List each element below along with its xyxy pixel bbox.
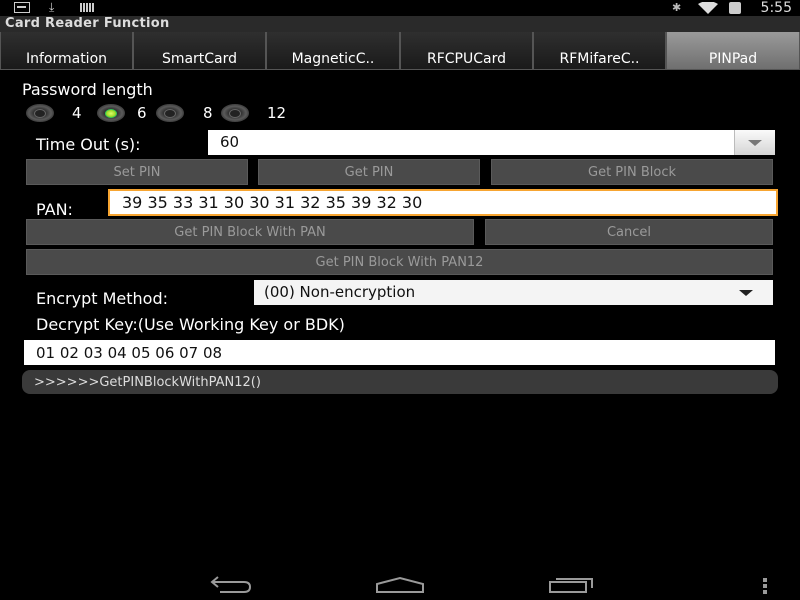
radio-length-6[interactable]: [97, 104, 125, 122]
tab-bar: Information SmartCard MagneticC.. RFCPUC…: [0, 32, 800, 70]
tab-information[interactable]: Information: [0, 32, 133, 70]
menu-icon[interactable]: [762, 578, 768, 594]
recent-apps-icon[interactable]: [548, 576, 596, 594]
tab-magnetic-card[interactable]: MagneticC..: [266, 32, 400, 70]
pan-input[interactable]: 39 35 33 31 30 30 31 32 35 39 32 30: [108, 189, 778, 216]
tab-smartcard[interactable]: SmartCard: [133, 32, 266, 70]
home-icon[interactable]: [375, 576, 425, 594]
tab-rfcpucard[interactable]: RFCPUCard: [400, 32, 533, 70]
radio-length-12-label: 12: [267, 104, 287, 122]
encrypt-method-label: Encrypt Method:: [36, 289, 169, 308]
radio-length-8-label: 8: [203, 104, 213, 122]
get-pin-button[interactable]: Get PIN: [258, 159, 480, 185]
pan-label: PAN:: [36, 200, 73, 219]
radio-length-12[interactable]: [221, 104, 249, 122]
back-icon[interactable]: [204, 574, 252, 594]
clock: 5:55: [760, 0, 792, 16]
timeout-dropdown-button[interactable]: [734, 130, 775, 155]
encrypt-method-value: (00) Non-encryption: [264, 283, 416, 301]
radio-length-6-label: 6: [137, 104, 147, 122]
get-pin-block-with-pan-button[interactable]: Get PIN Block With PAN: [26, 219, 474, 245]
cancel-button[interactable]: Cancel: [485, 219, 773, 245]
barcode-icon: [80, 3, 94, 12]
wifi-icon: [698, 2, 718, 14]
timeout-label: Time Out (s):: [36, 135, 141, 154]
app-titlebar: Card Reader Function: [0, 16, 800, 32]
get-pin-block-button[interactable]: Get PIN Block: [491, 159, 773, 185]
timeout-value: 60: [220, 133, 240, 151]
decrypt-key-label: Decrypt Key:(Use Working Key or BDK): [36, 315, 345, 334]
tab-rfmifare-card[interactable]: RFMifareC..: [533, 32, 666, 70]
radio-length-8[interactable]: [156, 104, 184, 122]
chevron-down-icon: [739, 290, 753, 296]
get-pin-block-with-pan12-button[interactable]: Get PIN Block With PAN12: [26, 249, 773, 275]
timeout-spinner[interactable]: 60: [208, 130, 734, 155]
set-pin-button[interactable]: Set PIN: [26, 159, 248, 185]
bluetooth-icon: ✱: [672, 1, 682, 14]
encrypt-method-select[interactable]: (00) Non-encryption: [254, 280, 773, 305]
chevron-down-icon: [748, 139, 762, 146]
battery-icon: [729, 2, 741, 14]
radio-length-4-label: 4: [72, 104, 82, 122]
tab-pinpad[interactable]: PINPad: [666, 32, 800, 70]
decrypt-key-input[interactable]: 01 02 03 04 05 06 07 08: [24, 340, 775, 365]
password-length-label: Password length: [22, 80, 153, 99]
app-title: Card Reader Function: [5, 16, 170, 31]
status-bar: ⤓ ✱ 5:55: [0, 0, 800, 16]
download-icon: ⤓: [49, 0, 55, 14]
log-output: >>>>>>GetPINBlockWithPAN12(): [22, 370, 778, 394]
notification-icon: [14, 2, 30, 13]
radio-length-4[interactable]: [26, 104, 54, 122]
